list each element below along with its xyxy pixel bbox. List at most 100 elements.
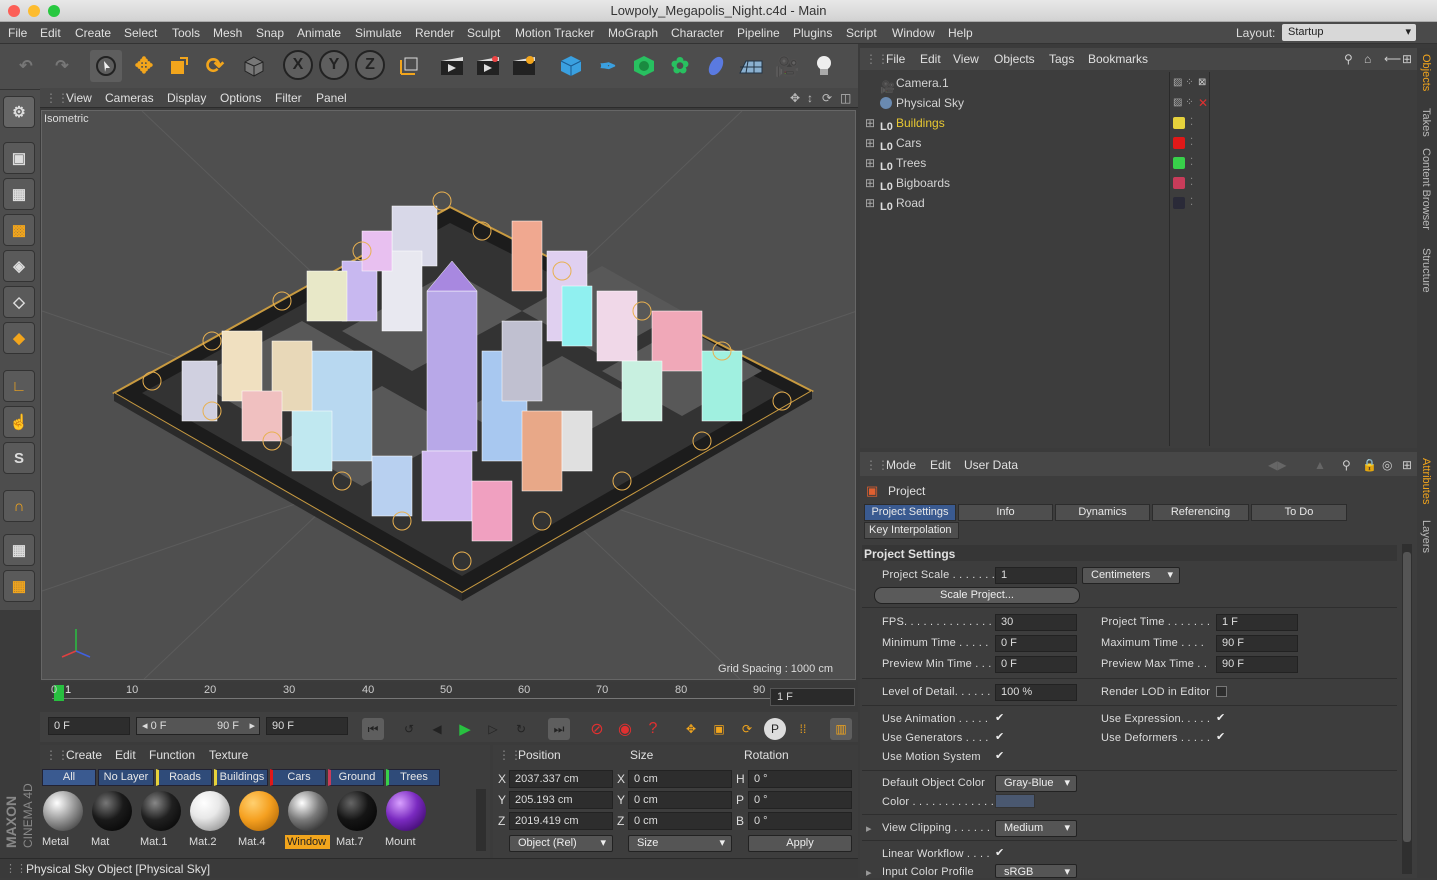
menu-mesh[interactable]: Mesh: [213, 26, 242, 40]
material-swatch[interactable]: Mat: [89, 789, 134, 849]
material-swatch[interactable]: Metal: [40, 789, 85, 849]
side-tab-takes[interactable]: Takes: [1420, 108, 1432, 137]
render-settings-icon[interactable]: [508, 50, 540, 82]
record-rotation-icon[interactable]: ⟳: [736, 718, 758, 740]
position-x-field[interactable]: 2037.337 cm: [509, 770, 613, 788]
deformer-icon[interactable]: [700, 50, 732, 82]
new-panel-icon[interactable]: ⊞: [1402, 458, 1412, 472]
attributes-scrollbar[interactable]: [1402, 544, 1412, 874]
viewport-menu-options[interactable]: Options: [220, 91, 261, 105]
fps-field[interactable]: 30: [995, 614, 1077, 631]
go-to-end-icon[interactable]: ⏭: [548, 718, 570, 740]
rotation-b-field[interactable]: 0 °: [748, 812, 852, 830]
side-tab-structure[interactable]: Structure: [1420, 248, 1432, 293]
material-menu-texture[interactable]: Texture: [209, 748, 248, 762]
viewport-menu-view[interactable]: View: [66, 91, 92, 105]
menu-window[interactable]: Window: [892, 26, 935, 40]
workplane-lock-icon[interactable]: ▦: [3, 534, 35, 566]
disabled-x-icon[interactable]: ✕: [1198, 93, 1208, 113]
minimize-window-button[interactable]: [28, 5, 40, 17]
scale-icon[interactable]: [163, 50, 195, 82]
layer-color-swatch[interactable]: [1173, 197, 1185, 209]
edit-visibility-icon[interactable]: ▨ ⁘: [1173, 73, 1194, 93]
attr-menu-user-data[interactable]: User Data: [964, 458, 1018, 472]
material-menu-function[interactable]: Function: [149, 748, 195, 762]
menu-file[interactable]: File: [8, 26, 27, 40]
attr-menu-edit[interactable]: Edit: [930, 458, 951, 472]
object-row-road[interactable]: ⊞ L0 Road ⁚: [860, 193, 1417, 213]
object-row-buildings[interactable]: ⊞ L0 Buildings ⁚: [860, 113, 1417, 133]
workplane-icon[interactable]: ▩: [3, 214, 35, 246]
previous-key-icon[interactable]: ↺: [398, 718, 420, 740]
position-y-field[interactable]: 205.193 cm: [509, 791, 613, 809]
attr-menu-mode[interactable]: Mode: [886, 458, 916, 472]
target-icon[interactable]: ◎: [1382, 458, 1392, 472]
menu-mograph[interactable]: MoGraph: [608, 26, 658, 40]
material-menu-edit[interactable]: Edit: [115, 748, 136, 762]
menu-snap[interactable]: Snap: [256, 26, 284, 40]
rotation-p-field[interactable]: 0 °: [748, 791, 852, 809]
record-keys-icon[interactable]: ⊘: [586, 718, 608, 740]
objects-menu-file[interactable]: File: [886, 52, 905, 66]
menu-character[interactable]: Character: [671, 26, 724, 40]
layer-color-swatch[interactable]: [1173, 137, 1185, 149]
layer-color-swatch[interactable]: [1173, 157, 1185, 169]
timeline-ruler[interactable]: 0 1 10 20 30 40 50 60 70 80 90: [40, 682, 858, 710]
position-z-field[interactable]: 2019.419 cm: [509, 812, 613, 830]
pen-spline-icon[interactable]: ✒: [592, 50, 624, 82]
search-icon[interactable]: ⚲: [1342, 458, 1351, 472]
tab-key-interpolation[interactable]: Key Interpolation: [864, 522, 959, 539]
coordinate-mode-dropdown[interactable]: Object (Rel) ▾: [509, 835, 613, 852]
solo-mode-icon[interactable]: S: [3, 442, 35, 474]
material-scrollbar[interactable]: [476, 789, 486, 851]
tab-info[interactable]: Info: [958, 504, 1053, 521]
use-motion-system-checkbox[interactable]: ✔: [995, 751, 1006, 762]
material-tab-no-layer[interactable]: No Layer: [98, 769, 154, 786]
viewport-menu-display[interactable]: Display: [167, 91, 206, 105]
chevron-right-icon[interactable]: ▸: [866, 866, 872, 879]
record-parameter-icon[interactable]: P: [764, 718, 786, 740]
keyframe-selection-icon[interactable]: ?: [642, 718, 664, 740]
rotate-icon[interactable]: ⟳: [199, 50, 231, 82]
object-row-physical-sky[interactable]: Physical Sky ▨ ⁘ ✕: [860, 93, 1417, 113]
viewport-maximize-icon[interactable]: ◫: [840, 91, 851, 105]
edges-mode-icon[interactable]: ◇: [3, 286, 35, 318]
move-icon[interactable]: ✥: [128, 50, 160, 82]
tab-to-do[interactable]: To Do: [1251, 504, 1347, 521]
model-mode-icon[interactable]: ▣: [3, 142, 35, 174]
visibility-dots-icon[interactable]: ⁚: [1190, 113, 1193, 133]
default-color-dropdown[interactable]: Gray-Blue ▾: [995, 775, 1077, 792]
side-tab-content-browser[interactable]: Content Browser: [1420, 148, 1432, 230]
close-window-button[interactable]: [8, 5, 20, 17]
objects-menu-edit[interactable]: Edit: [920, 52, 941, 66]
menu-plugins[interactable]: Plugins: [793, 26, 832, 40]
planar-workplane-icon[interactable]: ▦: [3, 570, 35, 602]
up-arrow-icon[interactable]: ▲: [1314, 458, 1326, 472]
objects-menu-view[interactable]: View: [953, 52, 979, 66]
z-axis-lock-button[interactable]: Z: [355, 50, 385, 80]
menu-edit[interactable]: Edit: [40, 26, 61, 40]
visibility-dots-icon[interactable]: ⁚: [1190, 173, 1193, 193]
expand-icon[interactable]: ⊞: [865, 193, 875, 213]
project-time-field[interactable]: 1 F: [1216, 614, 1298, 631]
current-frame-field[interactable]: 1 F: [770, 688, 855, 706]
visibility-dots-icon[interactable]: ⁚: [1190, 153, 1193, 173]
material-menu-create[interactable]: Create: [66, 748, 102, 762]
object-row-bigboards[interactable]: ⊞ L0 Bigboards ⁚: [860, 173, 1417, 193]
lock-icon[interactable]: 🔒: [1362, 458, 1377, 472]
menu-script[interactable]: Script: [846, 26, 877, 40]
floor-icon[interactable]: [735, 50, 767, 82]
tweak-mode-icon[interactable]: ☝: [3, 406, 35, 438]
autokeying-icon[interactable]: ◉: [614, 718, 636, 740]
expand-icon[interactable]: ⊞: [865, 113, 875, 133]
input-color-profile-dropdown[interactable]: sRGB ▾: [995, 864, 1077, 878]
light-icon[interactable]: [808, 50, 840, 82]
apply-button[interactable]: Apply: [748, 835, 852, 852]
tab-project-settings[interactable]: Project Settings: [864, 504, 956, 521]
color-swatch[interactable]: [995, 794, 1035, 808]
coordinate-system-icon[interactable]: [393, 50, 425, 82]
material-tab-all[interactable]: All: [42, 769, 96, 786]
expand-icon[interactable]: ⊞: [865, 173, 875, 193]
menu-tools[interactable]: Tools: [172, 26, 200, 40]
zoom-window-button[interactable]: [48, 5, 60, 17]
